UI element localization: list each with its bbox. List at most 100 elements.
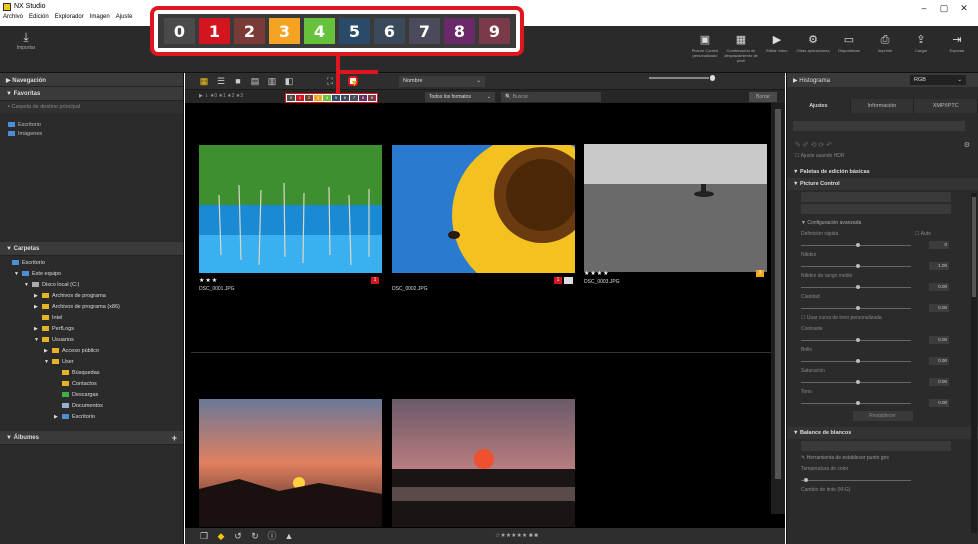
toolbar-item[interactable]: ▭ Diapositivas (832, 32, 866, 63)
compare-side-icon[interactable]: ◧ (284, 76, 294, 86)
close-button[interactable]: ✕ (954, 0, 974, 16)
menu-archivo[interactable]: Archivo (0, 12, 26, 24)
color-label-9[interactable]: 9 (479, 18, 510, 44)
rotate-left-icon[interactable]: ↺ (233, 531, 243, 541)
fit-icon[interactable]: ⛶ (325, 76, 335, 86)
filter-icon[interactable]: ▼ (348, 76, 359, 88)
color-label-0[interactable]: 0 (164, 18, 195, 44)
toolbar-item[interactable]: ▦ Combinación de desplazamiento de píxel (724, 32, 758, 63)
toolbar-item[interactable]: ⇥ Exportar (940, 32, 974, 63)
albums-header[interactable]: ▼ Álbumes + (0, 431, 183, 445)
sort-select[interactable]: Nombre ⌄ (399, 76, 485, 87)
navigation-header[interactable]: ▶ Navegación (0, 73, 183, 87)
thumbnail-item[interactable] (199, 399, 383, 529)
mini-label-6[interactable]: 6 (341, 95, 349, 101)
folder-tree-item[interactable]: Escritorio (0, 258, 183, 269)
mini-label-3[interactable]: 3 (314, 95, 322, 101)
expand-arrow-icon[interactable]: ▼ (34, 335, 42, 346)
folder-tree-item[interactable]: ▼ Usuarios (0, 335, 183, 346)
thumbnail-item[interactable]: ★★★★ DSC_0003.JPG 3 (584, 138, 768, 288)
label-icon[interactable]: ◆ (216, 531, 226, 541)
adjust-slider[interactable]: 0.00 (801, 378, 964, 386)
folder-tree-item[interactable]: ▼ Este equipo (0, 269, 183, 280)
tone-curve-checkbox[interactable]: ☐ Usar curva de tono personalizada (787, 313, 978, 324)
folder-tree-item[interactable]: Intel (0, 313, 183, 324)
toolbar-item[interactable]: ⎙ Imprimir (868, 32, 902, 63)
fav-item-escritorio[interactable]: Escritorio (0, 119, 183, 131)
hdr-checkbox[interactable]: ☐ Ajuste usando HDR (787, 151, 978, 162)
folder-tree-item[interactable]: Documentos (0, 401, 183, 412)
folder-tree-item[interactable]: ▶ Acceso público (0, 346, 183, 357)
mini-label-4[interactable]: 4 (323, 95, 331, 101)
white-balance-header[interactable]: ▼ Balance de blancos (787, 427, 978, 439)
mini-label-2[interactable]: 2 (305, 95, 313, 101)
thumbnail-item[interactable]: ★★★ DSC_0001.JPG 1 (199, 145, 383, 295)
folder-tree-item[interactable]: Contactos (0, 379, 183, 390)
adjust-slider[interactable]: 0.00 (801, 357, 964, 365)
menu-edicion[interactable]: Edición (26, 12, 52, 24)
adjust-slider[interactable]: 0.00 (801, 336, 964, 344)
clear-button[interactable]: Borrar (749, 92, 777, 102)
adjust-slider[interactable]: 1.00 (801, 262, 964, 270)
mini-label-0[interactable]: 0 (287, 95, 295, 101)
tab-ajustes[interactable]: Ajustes (787, 99, 851, 113)
picture-control-select-2[interactable] (801, 204, 951, 214)
add-album-icon[interactable]: + (172, 433, 177, 443)
toolbar-item[interactable]: ▶ Editar vídeo (760, 32, 794, 63)
right-scrollbar[interactable] (971, 193, 977, 533)
formats-select[interactable]: Todos los formatos ⌄ (425, 92, 495, 102)
folder-tree-item[interactable]: ▶ PerfLogs (0, 324, 183, 335)
basic-palettes-header[interactable]: ▼ Paletas de edición básicas (787, 166, 978, 178)
color-label-8[interactable]: 8 (444, 18, 475, 44)
folder-tree-item[interactable]: Búsquedas (0, 368, 183, 379)
folder-tree-item[interactable]: ▼ User (0, 357, 183, 368)
expand-arrow-icon[interactable]: ▼ (44, 357, 52, 368)
minimize-button[interactable]: – (914, 0, 934, 16)
color-label-6[interactable]: 6 (374, 18, 405, 44)
expand-arrow-icon[interactable]: ▶ (34, 291, 42, 302)
tab-informacion[interactable]: Información (850, 99, 915, 113)
zoom-slider[interactable] (710, 75, 715, 81)
menu-ajuste[interactable]: Ajuste (113, 12, 136, 24)
color-label-4[interactable]: 4 (304, 18, 335, 44)
rotate-right-icon[interactable]: ↻ (250, 531, 260, 541)
maximize-button[interactable]: ▢ (934, 0, 954, 16)
folders-header[interactable]: ▼ Carpetas (0, 242, 183, 256)
auto-checkbox[interactable]: ☐ Auto (915, 231, 931, 237)
picture-control-select[interactable] (801, 192, 951, 202)
filmstrip-icon[interactable]: ▤ (250, 76, 260, 86)
mini-label-5[interactable]: 5 (332, 95, 340, 101)
thumbnail-grid-icon[interactable]: ▦ (199, 76, 209, 86)
fav-item-imagenes[interactable]: Imágenes (0, 131, 183, 140)
mini-label-7[interactable]: 7 (350, 95, 358, 101)
expand-arrow-icon[interactable]: ▶ (34, 302, 42, 313)
folder-tree-item[interactable]: ▶ Archivos de programa (x86) (0, 302, 183, 313)
reset-button[interactable]: Restablecer (852, 411, 913, 421)
mini-label-8[interactable]: 8 (359, 95, 367, 101)
expand-arrow-icon[interactable]: ▶ (44, 346, 52, 357)
preset-select[interactable] (793, 121, 965, 131)
expand-arrow-icon[interactable]: ▼ (14, 269, 22, 280)
color-label-7[interactable]: 7 (409, 18, 440, 44)
expand-arrow-icon[interactable]: ▶ (34, 324, 42, 335)
histogram-header[interactable]: ▶ Histograma RGB ⌄ (787, 73, 978, 87)
wb-select[interactable] (801, 441, 951, 451)
expand-arrow-icon[interactable]: ▼ (24, 280, 32, 291)
import-button[interactable]: ⤓ Importar (8, 30, 44, 51)
folder-tree-item[interactable]: ▶ Archivos de programa (0, 291, 183, 302)
thumbnail-item[interactable] (392, 399, 576, 529)
favorites-header[interactable]: ▼ Favoritas (0, 87, 183, 101)
gray-point-tool[interactable]: ✎ Herramienta de establecer punto gris (787, 453, 978, 464)
quick-sharp-slider[interactable]: 0 (801, 241, 964, 249)
color-label-2[interactable]: 2 (234, 18, 265, 44)
rating-strip[interactable]: ☆★★★★★ ■ ■ (495, 532, 538, 539)
search-input[interactable]: 🔍 Buscar (501, 92, 601, 102)
menu-imagen[interactable]: Imagen (87, 12, 113, 24)
folder-tree-item[interactable]: ▶ Escritorio (0, 412, 183, 423)
adjust-slider[interactable]: 0.00 (801, 399, 964, 407)
color-temp-slider[interactable] (801, 476, 964, 484)
info-icon[interactable]: ⓘ (267, 531, 277, 541)
edit-tools-icon[interactable]: ✎ ✐ ⟲ ⟳ ↶ ⚙ (787, 139, 978, 151)
compare-view-icon[interactable]: ▥ (267, 76, 277, 86)
stack-icon[interactable]: ❐ (199, 531, 209, 541)
